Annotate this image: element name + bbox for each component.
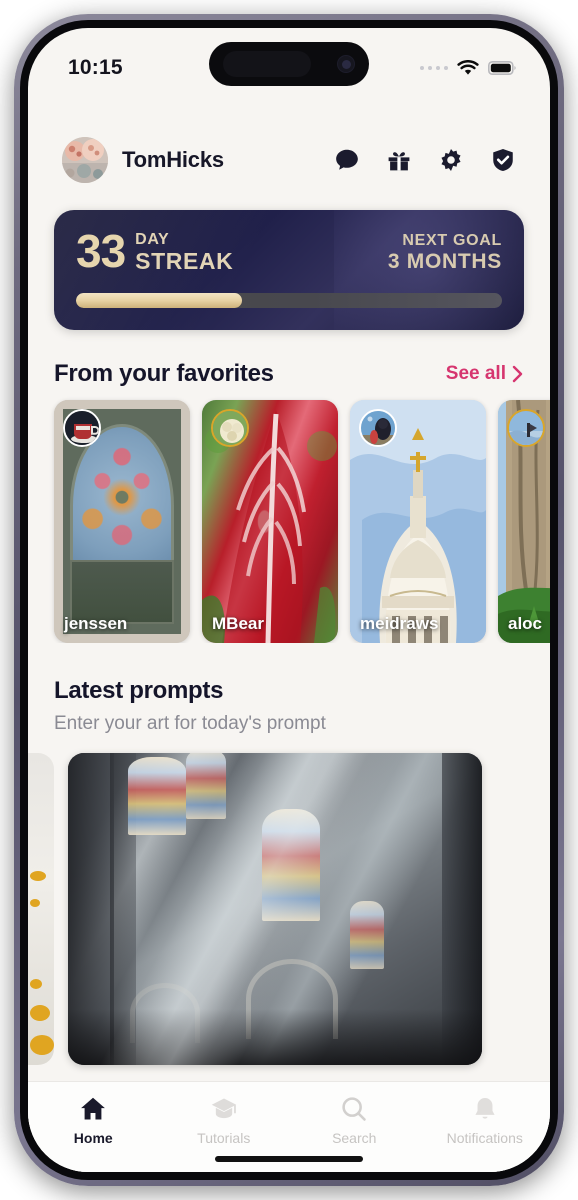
favorite-card[interactable]: jenssen [54, 400, 190, 643]
streak-progress-bar [76, 293, 502, 308]
phone-frame: 10:15 TomHicks 33 DAY STREAK NEXT GOAL 3… [14, 14, 564, 1186]
latest-prompts-title: Latest prompts [54, 677, 224, 704]
streak-count: 33 [76, 225, 126, 277]
app-header: TomHicks [28, 124, 550, 196]
latest-prompts-section: Latest prompts Enter your art for today'… [28, 677, 550, 1065]
see-all-label: See all [445, 363, 506, 384]
dynamic-island [209, 42, 369, 86]
see-all-button[interactable]: See all [446, 363, 524, 385]
favorite-username: MBear [212, 614, 264, 633]
gift-icon[interactable] [386, 147, 412, 173]
tab-home[interactable]: Home [28, 1095, 159, 1146]
streak-unit-line2: STREAK [135, 247, 234, 274]
favorite-username: aloc [508, 614, 543, 633]
main-content[interactable]: 33 DAY STREAK NEXT GOAL 3 MONTHS From yo… [28, 196, 550, 1172]
search-icon [342, 1097, 367, 1121]
next-goal-label: NEXT GOAL [402, 232, 502, 249]
graduation-cap-icon [211, 1098, 236, 1119]
phone-bezel: 10:15 TomHicks 33 DAY STREAK NEXT GOAL 3… [20, 20, 558, 1180]
phone-screen: 10:15 TomHicks 33 DAY STREAK NEXT GOAL 3… [28, 28, 550, 1172]
earpiece-speaker [223, 51, 311, 77]
favorites-rail[interactable]: jenssen MBear meidraws aloc [28, 388, 550, 643]
landscape-avatar[interactable] [507, 409, 545, 447]
signal-dots-icon [419, 65, 448, 71]
tab-label: Tutorials [197, 1130, 251, 1146]
home-indicator [215, 1156, 363, 1162]
favorite-card[interactable]: aloc [498, 400, 550, 643]
chevron-right-icon [512, 365, 523, 383]
favorites-title: From your favorites [54, 360, 274, 387]
page-title: TomHicks [122, 147, 224, 172]
flower-avatar[interactable] [211, 409, 249, 447]
favorites-header: From your favorites See all [28, 360, 550, 388]
tab-label: Search [332, 1130, 377, 1146]
latest-prompts-subtitle: Enter your art for today's prompt [54, 713, 326, 734]
previous-prompt-card[interactable] [28, 753, 54, 1065]
tab-notifications[interactable]: Notifications [420, 1095, 551, 1146]
header-actions [334, 147, 516, 173]
streak-unit-line1: DAY [135, 231, 170, 248]
tab-label: Home [73, 1130, 113, 1146]
wifi-icon [457, 60, 479, 75]
avatar[interactable] [62, 137, 108, 183]
current-prompt-card[interactable] [68, 753, 482, 1065]
streak-card[interactable]: 33 DAY STREAK NEXT GOAL 3 MONTHS [54, 210, 524, 330]
tab-search[interactable]: Search [289, 1095, 420, 1146]
settings-gear-icon[interactable] [438, 147, 464, 173]
tab-tutorials[interactable]: Tutorials [159, 1095, 290, 1146]
messages-icon[interactable] [334, 147, 360, 173]
status-indicators [419, 60, 517, 76]
person-avatar[interactable] [359, 409, 397, 447]
tab-label: Notifications [446, 1130, 523, 1146]
favorite-card[interactable]: meidraws [350, 400, 486, 643]
front-camera-icon [337, 55, 355, 73]
favorite-username: meidraws [360, 614, 439, 633]
coffee-cup-avatar[interactable] [63, 409, 101, 447]
prompts-rail[interactable] [28, 753, 524, 1065]
streak-progress-fill [76, 293, 243, 308]
home-icon [81, 1097, 106, 1120]
next-goal-value: 3 MONTHS [387, 249, 502, 273]
status-time: 10:15 [68, 56, 123, 79]
shield-check-icon[interactable] [490, 147, 516, 173]
battery-full-icon [488, 61, 516, 75]
bell-icon [475, 1098, 495, 1119]
favorite-card[interactable]: MBear [202, 400, 338, 643]
favorite-username: jenssen [64, 614, 128, 633]
